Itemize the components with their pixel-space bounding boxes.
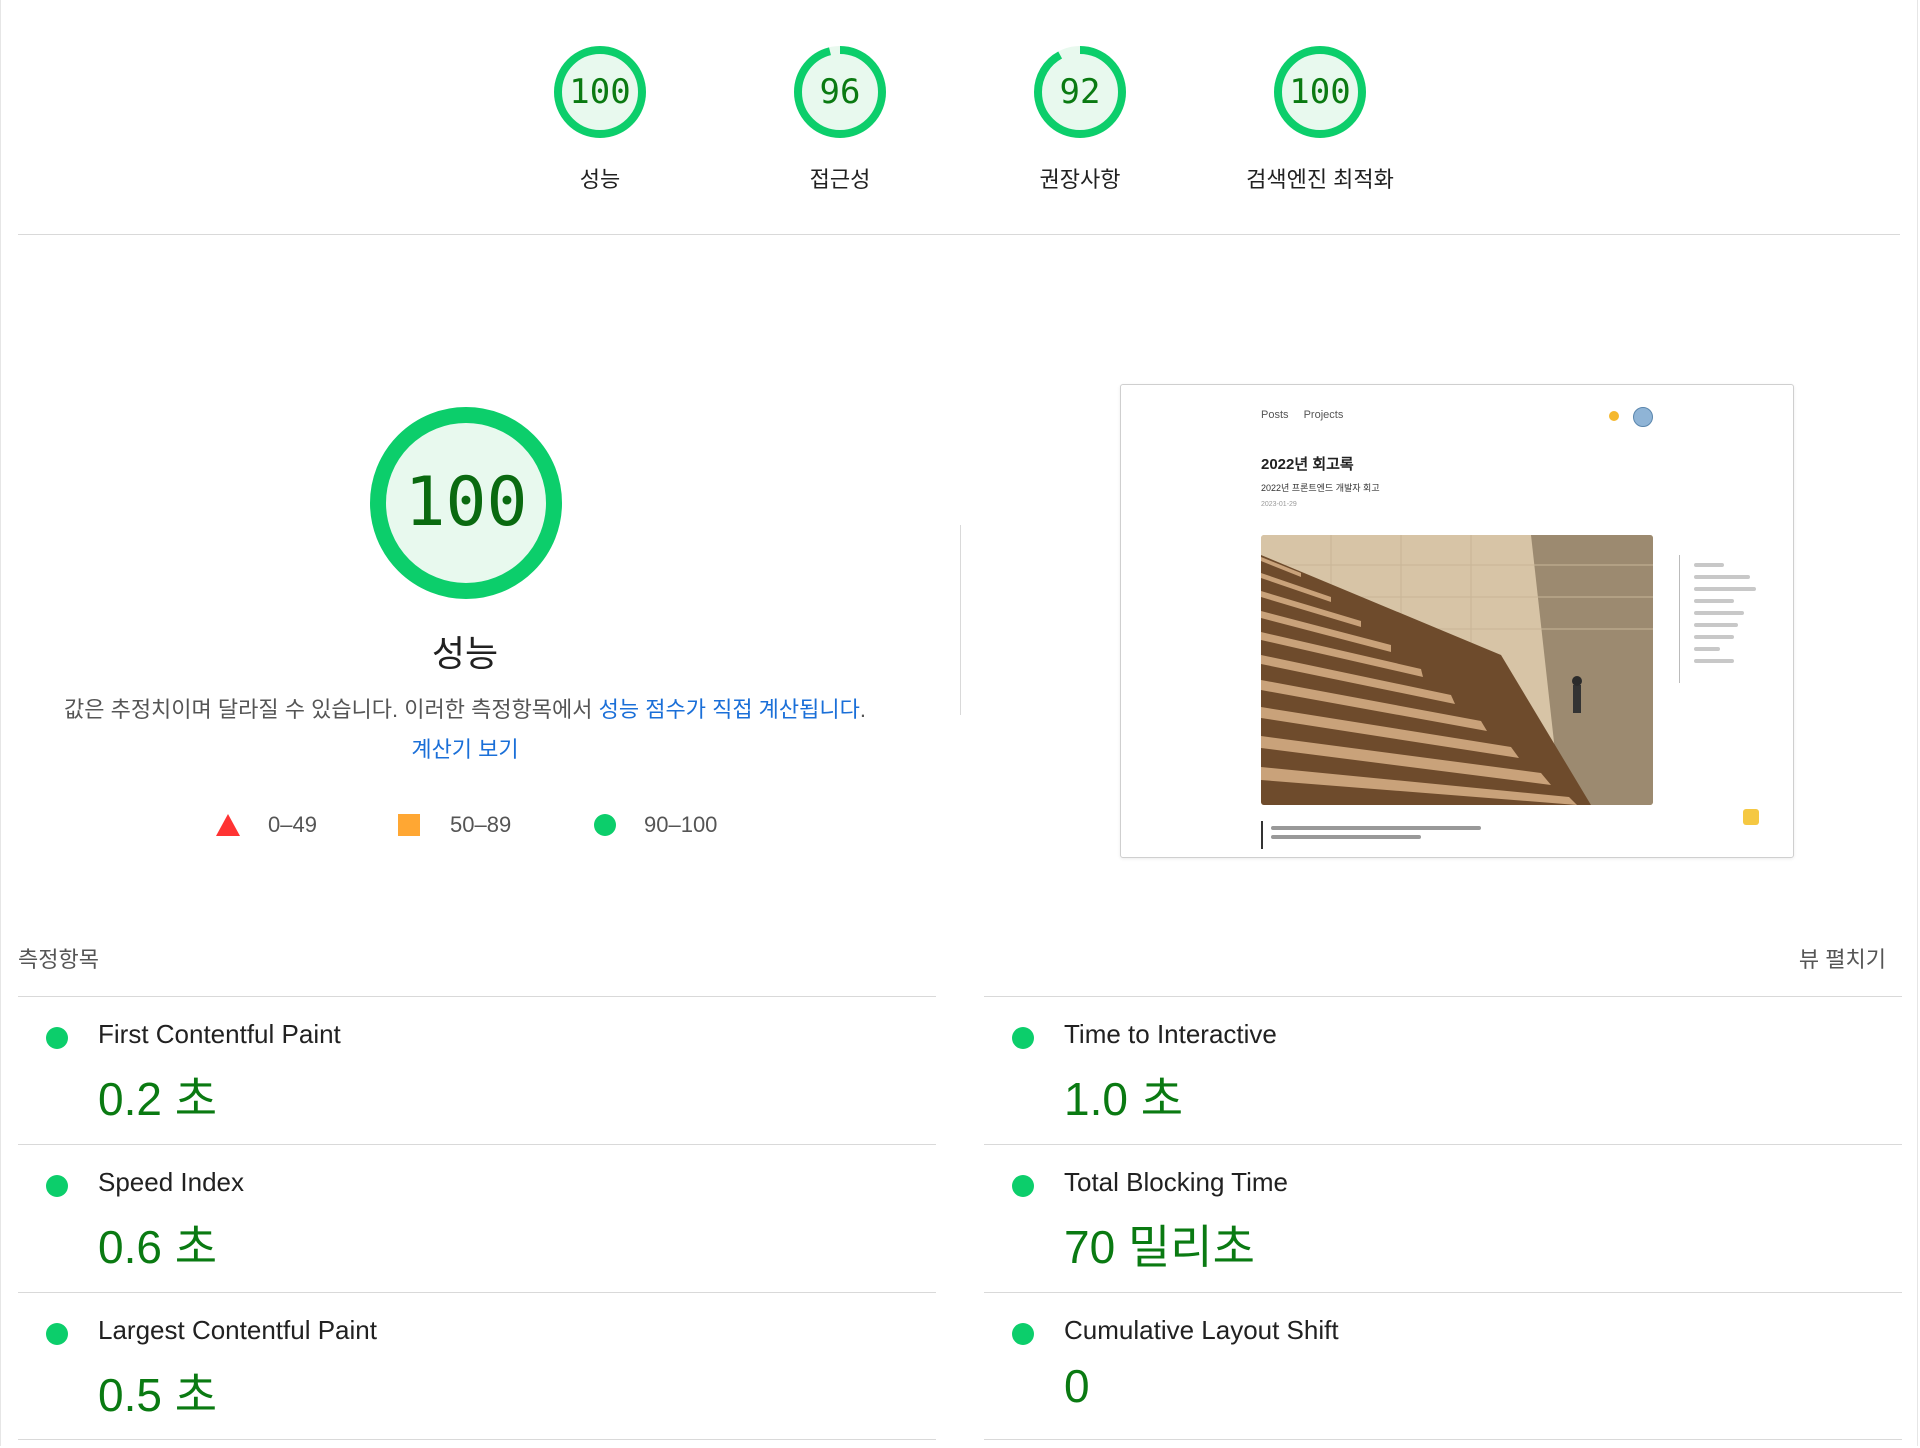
scroll-top-icon <box>1743 809 1759 825</box>
metric-value: 70 밀리초 <box>1064 1221 1255 1273</box>
gauge-label: 권장사항 <box>1039 167 1121 192</box>
header-divider <box>18 234 1900 235</box>
metric-first-contentful-paint: First Contentful Paint 0.2 초 <box>18 997 936 1145</box>
performance-gauge: 100 <box>368 405 564 601</box>
sun-icon <box>1609 411 1619 421</box>
legend-range: 90–100 <box>644 812 718 837</box>
metric-name: First Contentful Paint <box>98 1019 341 1049</box>
metric-value: 0.2 초 <box>98 1073 218 1125</box>
performance-score: 100 <box>404 463 528 542</box>
screenshot-subtitle: 2022년 프론트엔드 개발자 회고 <box>1261 483 1380 493</box>
metrics-title: 측정항목 <box>18 947 99 972</box>
gauge-label: 성능 <box>579 167 621 192</box>
vertical-separator <box>960 525 961 715</box>
screenshot-title: 2022년 회고록 <box>1261 456 1354 473</box>
calculator-link[interactable]: 계산기 보기 <box>411 737 518 762</box>
final-screenshot[interactable]: Posts Projects 2022년 회고록 2022년 프론트엔드 개발자… <box>1120 384 1794 858</box>
legend-range: 50–89 <box>450 812 512 837</box>
metric-total-blocking-time: Total Blocking Time 70 밀리초 <box>984 1145 1902 1293</box>
table-of-contents <box>1679 555 1770 683</box>
gauge-seo[interactable]: 100 검색엔진 최적화 <box>1220 44 1420 194</box>
metric-name: Largest Contentful Paint <box>98 1315 377 1345</box>
pass-circle-icon <box>1012 1175 1034 1197</box>
performance-description: 값은 추정치이며 달라질 수 있습니다. 이러한 측정항목에서 성능 점수가 직… <box>60 690 870 770</box>
metric-name: Total Blocking Time <box>1064 1167 1288 1197</box>
gauge-label: 검색엔진 최적화 <box>1246 167 1394 192</box>
metric-name: Speed Index <box>98 1167 245 1197</box>
blockquote <box>1261 821 1521 849</box>
gauge-score: 100 <box>569 72 631 112</box>
category-gauges: 100 성능 96 접근성 92 권장사항 100 검색엔진 최적화 <box>0 44 1920 204</box>
metrics-divider <box>18 1439 936 1440</box>
metric-name: Cumulative Layout Shift <box>1064 1315 1339 1345</box>
performance-title: 성능 <box>431 633 499 674</box>
metric-cumulative-layout-shift: Cumulative Layout Shift 0 <box>984 1293 1902 1441</box>
metric-time-to-interactive: Time to Interactive 1.0 초 <box>984 997 1902 1145</box>
legend-range: 0–49 <box>268 812 317 837</box>
stairs-illustration <box>1261 535 1653 805</box>
triangle-icon <box>216 814 240 836</box>
avatar <box>1633 407 1653 427</box>
stairs-image <box>1261 535 1653 805</box>
nav-projects: Projects <box>1303 409 1344 421</box>
square-icon <box>398 814 420 836</box>
circle-icon <box>594 814 616 836</box>
gauge-accessibility[interactable]: 96 접근성 <box>740 44 940 194</box>
pass-circle-icon <box>1012 1323 1034 1345</box>
metric-value: 0.6 초 <box>98 1221 218 1273</box>
screenshot-date: 2023-01-29 <box>1261 501 1297 508</box>
metric-value: 1.0 초 <box>1064 1073 1184 1125</box>
score-calculation-link[interactable]: 성능 점수가 직접 계산됩니다 <box>599 697 860 722</box>
metrics-divider <box>984 1439 1902 1440</box>
pass-circle-icon <box>46 1175 68 1197</box>
description-separator: . <box>859 697 866 722</box>
nav-posts: Posts <box>1261 409 1289 421</box>
metric-speed-index: Speed Index 0.6 초 <box>18 1145 936 1293</box>
expand-view-toggle[interactable]: 뷰 펼치기 <box>1799 942 1886 974</box>
pass-circle-icon <box>46 1323 68 1345</box>
gauge-score: 96 <box>819 72 861 112</box>
gauge-performance[interactable]: 100 성능 <box>500 44 700 194</box>
metric-largest-contentful-paint: Largest Contentful Paint 0.5 초 <box>18 1293 936 1441</box>
metric-value: 0 <box>1064 1360 1090 1412</box>
metric-name: Time to Interactive <box>1064 1019 1277 1049</box>
score-legend: 0–49 50–89 90–100 <box>0 810 930 840</box>
screenshot-nav: Posts Projects <box>1261 409 1355 421</box>
pass-circle-icon <box>46 1027 68 1049</box>
gauge-label: 접근성 <box>809 167 871 192</box>
gauge-score: 92 <box>1059 72 1101 112</box>
pass-circle-icon <box>1012 1027 1034 1049</box>
gauge-score: 100 <box>1289 72 1351 112</box>
description-text: 값은 추정치이며 달라질 수 있습니다. 이러한 측정항목에서 <box>63 697 599 722</box>
gauge-best-practices[interactable]: 92 권장사항 <box>980 44 1180 194</box>
metric-value: 0.5 초 <box>98 1369 218 1421</box>
